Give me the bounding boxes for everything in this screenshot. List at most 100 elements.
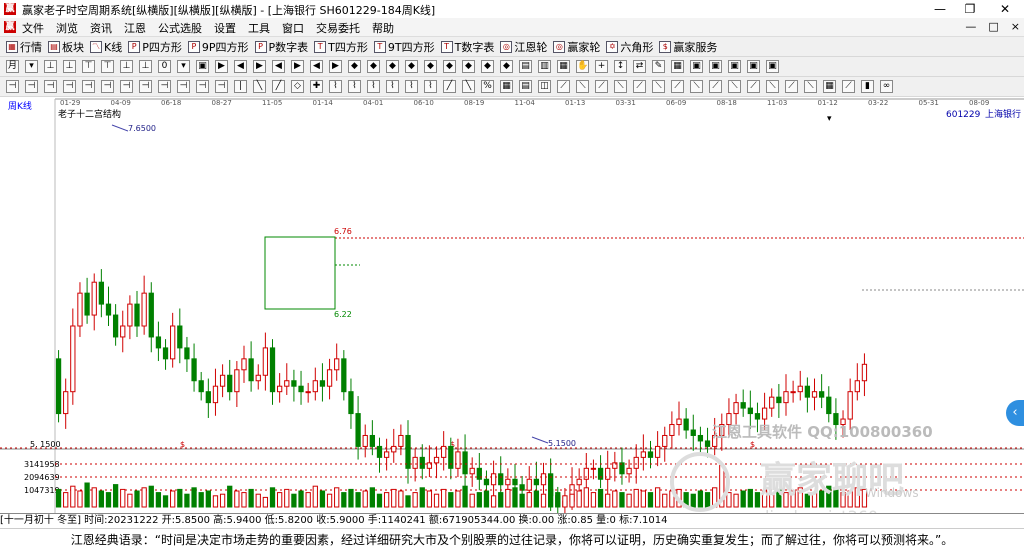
t2-tool-icon-34[interactable]: ✎ (652, 60, 665, 73)
t3-tool-icon-19[interactable]: ⌇ (367, 80, 380, 93)
toolbar-button-2[interactable]: 〽 K线 (90, 39, 122, 55)
toolbar-button-1[interactable]: ▤ 板块 (48, 39, 84, 55)
close-button[interactable]: ✕ (990, 0, 1020, 18)
t2-tool-icon-20[interactable]: ◆ (386, 60, 399, 73)
toolbar-button-11[interactable]: ✡ 六角形 (606, 39, 653, 55)
t3-tool-icon-33[interactable]: ⟋ (633, 80, 646, 93)
t2-tool-icon-38[interactable]: ▣ (728, 60, 741, 73)
toolbar-button-8[interactable]: T T数字表 (440, 39, 494, 55)
mdi-button-1[interactable]: □ (988, 20, 998, 33)
t2-tool-icon-39[interactable]: ▣ (747, 60, 760, 73)
t2-tool-icon-22[interactable]: ◆ (424, 60, 437, 73)
t2-tool-icon-26[interactable]: ◆ (500, 60, 513, 73)
menu-item-2[interactable]: 资讯 (90, 20, 112, 36)
toolbar-button-7[interactable]: T 9T四方形 (373, 39, 435, 55)
t3-tool-icon-35[interactable]: ⟋ (671, 80, 684, 93)
t3-tool-icon-38[interactable]: ⟍ (728, 80, 741, 93)
t3-tool-icon-36[interactable]: ⟍ (690, 80, 703, 93)
t3-tool-icon-14[interactable]: ╱ (272, 80, 285, 93)
t2-tool-icon-10[interactable]: ▣ (196, 60, 209, 73)
menu-item-1[interactable]: 浏览 (56, 20, 78, 36)
toolbar-button-3[interactable]: P P四方形 (128, 39, 182, 55)
t2-tool-icon-2[interactable]: ⊥ (44, 60, 57, 73)
t3-tool-icon-12[interactable]: | (234, 80, 247, 93)
kline-chart-panel[interactable]: 01-29 04-09 06-18 08-27 11-05 01-14 04-01 06-10… (0, 97, 1024, 526)
t2-tool-icon-36[interactable]: ▣ (690, 60, 703, 73)
menu-item-4[interactable]: 公式选股 (158, 20, 202, 36)
t3-tool-icon-5[interactable]: ⊣ (101, 80, 114, 93)
t2-tool-icon-13[interactable]: ▶ (253, 60, 266, 73)
t3-tool-icon-10[interactable]: ⊣ (196, 80, 209, 93)
t3-tool-icon-34[interactable]: ⟍ (652, 80, 665, 93)
t3-tool-icon-29[interactable]: ⟋ (557, 80, 570, 93)
t3-tool-icon-20[interactable]: ⌇ (386, 80, 399, 93)
t2-tool-icon-32[interactable]: ↕ (614, 60, 627, 73)
maximize-button[interactable]: ❐ (955, 0, 985, 18)
mdi-button-0[interactable]: — (965, 20, 976, 33)
t2-tool-icon-24[interactable]: ◆ (462, 60, 475, 73)
t2-tool-icon-30[interactable]: ✋ (576, 60, 589, 73)
t3-tool-icon-28[interactable]: ◫ (538, 80, 551, 93)
t3-tool-icon-45[interactable]: ▮ (861, 80, 874, 93)
toolbar-button-0[interactable]: ▦ 行情 (6, 39, 42, 55)
t2-tool-icon-15[interactable]: ▶ (291, 60, 304, 73)
t3-tool-icon-43[interactable]: ▦ (823, 80, 836, 93)
kline-chart[interactable]: 01-29 04-09 06-18 08-27 11-05 01-14 04-01 06-10… (0, 97, 1024, 526)
t2-tool-icon-35[interactable]: ▦ (671, 60, 684, 73)
toolbar-button-9[interactable]: ◎ 江恩轮 (500, 39, 547, 55)
toolbar-button-12[interactable]: $ 赢家服务 (659, 39, 717, 55)
t3-tool-icon-0[interactable]: ⊣ (6, 80, 19, 93)
t2-tool-icon-11[interactable]: ▶ (215, 60, 228, 73)
t3-tool-icon-46[interactable]: ∞ (880, 80, 893, 93)
t2-tool-icon-4[interactable]: ⊤ (82, 60, 95, 73)
toolbar-button-6[interactable]: T T四方形 (314, 39, 368, 55)
t3-tool-icon-22[interactable]: ⌇ (424, 80, 437, 93)
t3-tool-icon-41[interactable]: ⟋ (785, 80, 798, 93)
t2-tool-icon-12[interactable]: ◀ (234, 60, 247, 73)
t2-tool-icon-6[interactable]: ⊥ (120, 60, 133, 73)
t3-tool-icon-2[interactable]: ⊣ (44, 80, 57, 93)
t2-tool-icon-3[interactable]: ⊥ (63, 60, 76, 73)
toolbar-button-5[interactable]: P P数字表 (254, 39, 308, 55)
t3-tool-icon-9[interactable]: ⊣ (177, 80, 190, 93)
t2-tool-icon-21[interactable]: ◆ (405, 60, 418, 73)
t2-tool-icon-27[interactable]: ▤ (519, 60, 532, 73)
t2-tool-icon-0[interactable]: 月 (6, 60, 19, 73)
t3-tool-icon-23[interactable]: ╱ (443, 80, 456, 93)
t3-tool-icon-11[interactable]: ⊣ (215, 80, 228, 93)
menu-item-5[interactable]: 设置 (214, 20, 236, 36)
t2-tool-icon-29[interactable]: ▦ (557, 60, 570, 73)
t3-tool-icon-27[interactable]: ▤ (519, 80, 532, 93)
t3-tool-icon-3[interactable]: ⊣ (63, 80, 76, 93)
t2-tool-icon-25[interactable]: ◆ (481, 60, 494, 73)
t3-tool-icon-39[interactable]: ⟋ (747, 80, 760, 93)
t2-tool-icon-40[interactable]: ▣ (766, 60, 779, 73)
t3-tool-icon-8[interactable]: ⊣ (158, 80, 171, 93)
menu-item-7[interactable]: 窗口 (282, 20, 304, 36)
t3-tool-icon-16[interactable]: ✚ (310, 80, 323, 93)
t3-tool-icon-32[interactable]: ⟍ (614, 80, 627, 93)
t2-tool-icon-18[interactable]: ◆ (348, 60, 361, 73)
t3-tool-icon-26[interactable]: ▦ (500, 80, 513, 93)
t3-tool-icon-42[interactable]: ⟍ (804, 80, 817, 93)
t3-tool-icon-13[interactable]: ╲ (253, 80, 266, 93)
menu-item-8[interactable]: 交易委托 (316, 20, 360, 36)
t3-tool-icon-24[interactable]: ╲ (462, 80, 475, 93)
t2-tool-icon-19[interactable]: ◆ (367, 60, 380, 73)
t3-tool-icon-30[interactable]: ⟍ (576, 80, 589, 93)
toolbar-button-4[interactable]: P 9P四方形 (187, 39, 249, 55)
t3-tool-icon-44[interactable]: ⟋ (842, 80, 855, 93)
t3-tool-icon-37[interactable]: ⟋ (709, 80, 722, 93)
t3-tool-icon-1[interactable]: ⊣ (25, 80, 38, 93)
minimize-button[interactable]: — (925, 0, 955, 18)
menu-item-0[interactable]: 文件 (22, 20, 44, 36)
t2-tool-icon-1[interactable]: ▾ (25, 60, 38, 73)
t3-tool-icon-40[interactable]: ⟍ (766, 80, 779, 93)
t2-tool-icon-33[interactable]: ⇄ (633, 60, 646, 73)
t2-tool-icon-5[interactable]: ⊤ (101, 60, 114, 73)
t2-tool-icon-28[interactable]: ▥ (538, 60, 551, 73)
t2-tool-icon-23[interactable]: ◆ (443, 60, 456, 73)
mdi-button-2[interactable]: × (1011, 20, 1020, 33)
t2-tool-icon-17[interactable]: ▶ (329, 60, 342, 73)
t2-tool-icon-7[interactable]: ⊥ (139, 60, 152, 73)
